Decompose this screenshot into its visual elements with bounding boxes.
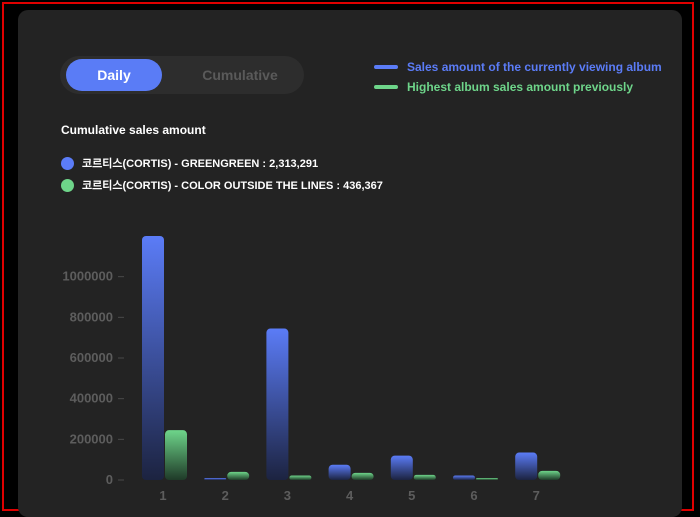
x-tick-label: 6	[470, 488, 477, 503]
bar-current-album[interactable]	[515, 452, 538, 480]
y-tick-label: 600000	[70, 350, 113, 365]
x-tick-label: 7	[533, 488, 540, 503]
y-axis: 0 200000 400000 600000 800000 1000000	[62, 269, 124, 487]
x-tick-label: 3	[284, 488, 291, 503]
bar-current-album[interactable]	[266, 328, 289, 480]
y-tick-label: 1000000	[62, 269, 113, 284]
bars	[142, 236, 561, 480]
y-tick-label: 200000	[70, 431, 113, 446]
bar-current-album[interactable]	[328, 464, 351, 480]
y-tick-label: 0	[106, 472, 113, 487]
bar-previous-highest[interactable]	[165, 430, 187, 480]
bar-previous-highest[interactable]	[538, 470, 561, 480]
x-tick-label: 4	[346, 488, 354, 503]
bar-previous-highest[interactable]	[227, 471, 250, 480]
x-axis: 1 2 3 4 5 6 7	[159, 488, 539, 503]
bar-previous-highest[interactable]	[413, 474, 436, 480]
y-tick-label: 400000	[70, 391, 113, 406]
y-tick-label: 800000	[70, 309, 113, 324]
x-tick-label: 5	[408, 488, 415, 503]
bar-previous-highest[interactable]	[289, 475, 312, 480]
bar-current-album[interactable]	[142, 236, 164, 480]
bar-previous-highest[interactable]	[351, 472, 374, 480]
x-tick-label: 1	[159, 488, 166, 503]
bar-current-album[interactable]	[390, 455, 413, 480]
x-tick-label: 2	[222, 488, 229, 503]
bar-chart: 0 200000 400000 600000 800000 1000000 1 2 3 4 5 6 7	[62, 236, 561, 503]
bar-current-album[interactable]	[453, 475, 475, 480]
bar-current-album[interactable]	[204, 478, 227, 480]
bar-previous-highest[interactable]	[476, 478, 498, 480]
